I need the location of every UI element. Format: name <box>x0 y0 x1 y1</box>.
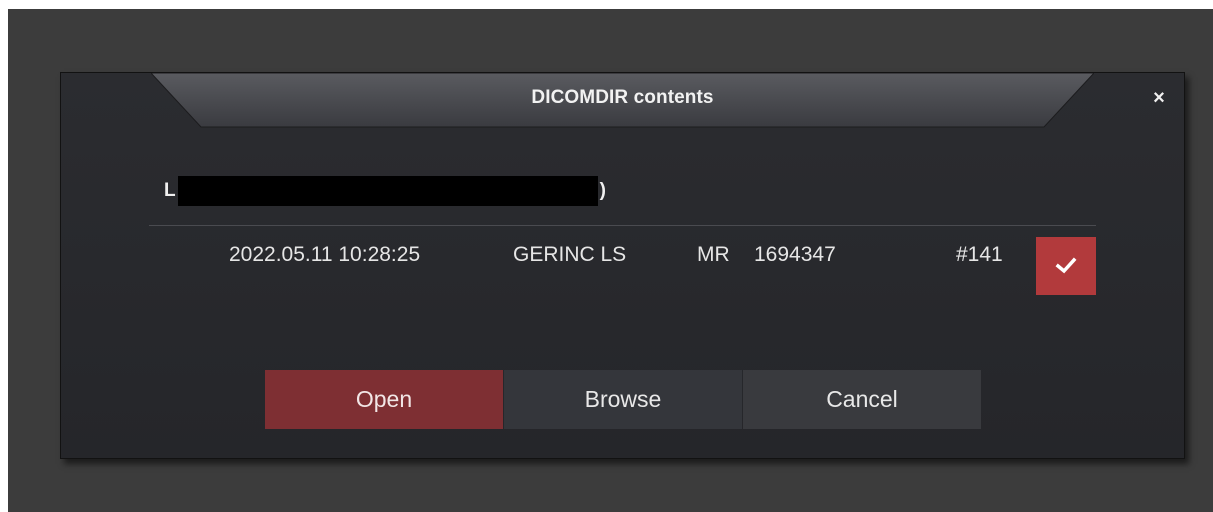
close-button[interactable]: × <box>1148 87 1170 109</box>
series-description: GERINC LS <box>513 243 627 266</box>
patient-name-start: L <box>164 180 176 201</box>
series-id: 1694347 <box>754 243 836 266</box>
patient-name-end: ) <box>599 180 606 201</box>
divider <box>149 225 1096 226</box>
redaction-bar <box>177 176 598 206</box>
series-number: #141 <box>956 243 1003 266</box>
series-datetime: 2022.05.11 10:28:25 <box>229 243 421 266</box>
series-modality: MR <box>697 243 730 266</box>
dialog-title: DICOMDIR contents <box>531 87 714 108</box>
patient-header: L ) <box>164 176 606 206</box>
open-button[interactable]: Open <box>265 370 503 429</box>
cancel-button[interactable]: Cancel <box>743 370 981 429</box>
dialog-title-bar: DICOMDIR contents <box>151 73 1094 129</box>
dicomdir-dialog: DICOMDIR contents × L ) 2022.05.11 10:28… <box>60 72 1185 459</box>
checkmark-icon <box>1055 257 1077 274</box>
series-row[interactable]: 2022.05.11 10:28:25 GERINC LS MR 1694347… <box>149 235 1096 275</box>
series-select-checkbox[interactable] <box>1036 237 1096 295</box>
close-icon: × <box>1153 87 1165 109</box>
browse-button[interactable]: Browse <box>504 370 742 429</box>
